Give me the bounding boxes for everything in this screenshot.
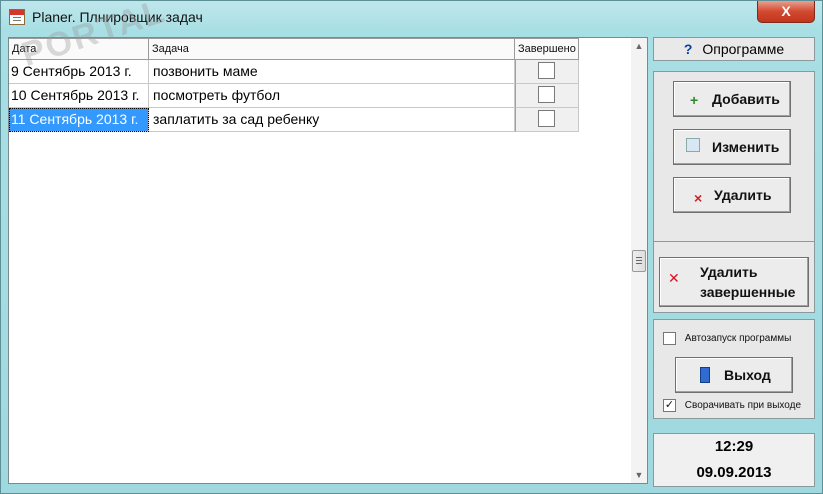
- row-done-cell: [515, 84, 579, 108]
- scroll-up-icon[interactable]: ▲: [631, 38, 647, 54]
- delete-done-button[interactable]: ✕ Удалить завершенные: [659, 257, 809, 307]
- window-title: Planer. Плнировщик задач: [32, 9, 203, 25]
- app-window: Planer. Плнировщик задач X Дата Задача З…: [0, 0, 823, 494]
- clock-time: 12:29: [714, 438, 754, 455]
- autostart-label: Автозапуск программы: [684, 333, 792, 345]
- table-row[interactable]: 11 Сентябрь 2013 г. заплатить за сад реб…: [9, 108, 579, 132]
- row-task[interactable]: заплатить за сад ребенку: [149, 108, 515, 132]
- exit-icon: [700, 367, 710, 383]
- done-checkbox[interactable]: [538, 62, 555, 79]
- delete-label: Удалить: [714, 187, 772, 203]
- right-panel: ? Опрограмме + Добавить Изменить × Удали…: [653, 37, 815, 487]
- row-task[interactable]: позвонить маме: [149, 60, 515, 84]
- done-checkbox[interactable]: [538, 110, 555, 127]
- column-header-date[interactable]: Дата: [9, 38, 149, 60]
- edit-label: Изменить: [712, 139, 780, 155]
- column-header-done[interactable]: Завершено: [515, 38, 579, 60]
- row-done-cell: [515, 60, 579, 84]
- title-bar[interactable]: Planer. Плнировщик задач X: [1, 1, 822, 33]
- done-checkbox[interactable]: [538, 86, 555, 103]
- delete-done-label-1: Удалить: [700, 264, 758, 280]
- add-label: Добавить: [712, 91, 780, 107]
- exit-label: Выход: [724, 367, 771, 383]
- table-row[interactable]: 9 Сентябрь 2013 г. позвонить маме: [9, 60, 579, 84]
- delete-icon: ×: [694, 190, 703, 206]
- calendar-icon: [9, 9, 25, 25]
- row-date[interactable]: 11 Сентябрь 2013 г.: [9, 108, 149, 132]
- minimize-on-exit-label: Сворачивать при выходе: [684, 400, 802, 412]
- row-date[interactable]: 9 Сентябрь 2013 г.: [9, 60, 149, 84]
- clock-display: 12:29 09.09.2013: [653, 433, 815, 487]
- help-icon: ?: [683, 41, 693, 57]
- column-header-task[interactable]: Задача: [149, 38, 515, 60]
- task-grid: Дата Задача Завершено 9 Сентябрь 2013 г.…: [8, 0, 648, 484]
- minimize-on-exit-row[interactable]: ✓ Сворачивать при выходе: [663, 399, 801, 412]
- table-row[interactable]: 10 Сентябрь 2013 г. посмотреть футбол: [9, 84, 579, 108]
- add-icon: +: [690, 92, 699, 108]
- scroll-down-icon[interactable]: ▼: [631, 467, 647, 483]
- about-label: Опрограмме: [702, 41, 785, 57]
- delete-button[interactable]: × Удалить: [673, 177, 791, 213]
- add-button[interactable]: + Добавить: [673, 81, 791, 117]
- delete-done-label-2: завершенные: [700, 284, 796, 300]
- row-task[interactable]: посмотреть футбол: [149, 84, 515, 108]
- row-date[interactable]: 10 Сентябрь 2013 г.: [9, 84, 149, 108]
- delete-all-icon: ✕: [668, 270, 680, 286]
- grid-header: Дата Задача Завершено: [9, 38, 631, 60]
- vertical-scrollbar[interactable]: ▲ ▼: [631, 38, 647, 483]
- autostart-checkbox-row[interactable]: Автозапуск программы: [663, 332, 791, 345]
- exit-button[interactable]: Выход: [675, 357, 793, 393]
- close-button[interactable]: X: [757, 1, 815, 23]
- edit-button[interactable]: Изменить: [673, 129, 791, 165]
- edit-icon: [686, 138, 700, 152]
- minimize-on-exit-checkbox[interactable]: ✓: [663, 399, 676, 412]
- scroll-thumb[interactable]: [632, 250, 646, 272]
- autostart-checkbox[interactable]: [663, 332, 676, 345]
- about-button[interactable]: ? Опрограмме: [653, 37, 815, 61]
- row-done-cell: [515, 108, 579, 132]
- clock-date: 09.09.2013: [696, 464, 772, 481]
